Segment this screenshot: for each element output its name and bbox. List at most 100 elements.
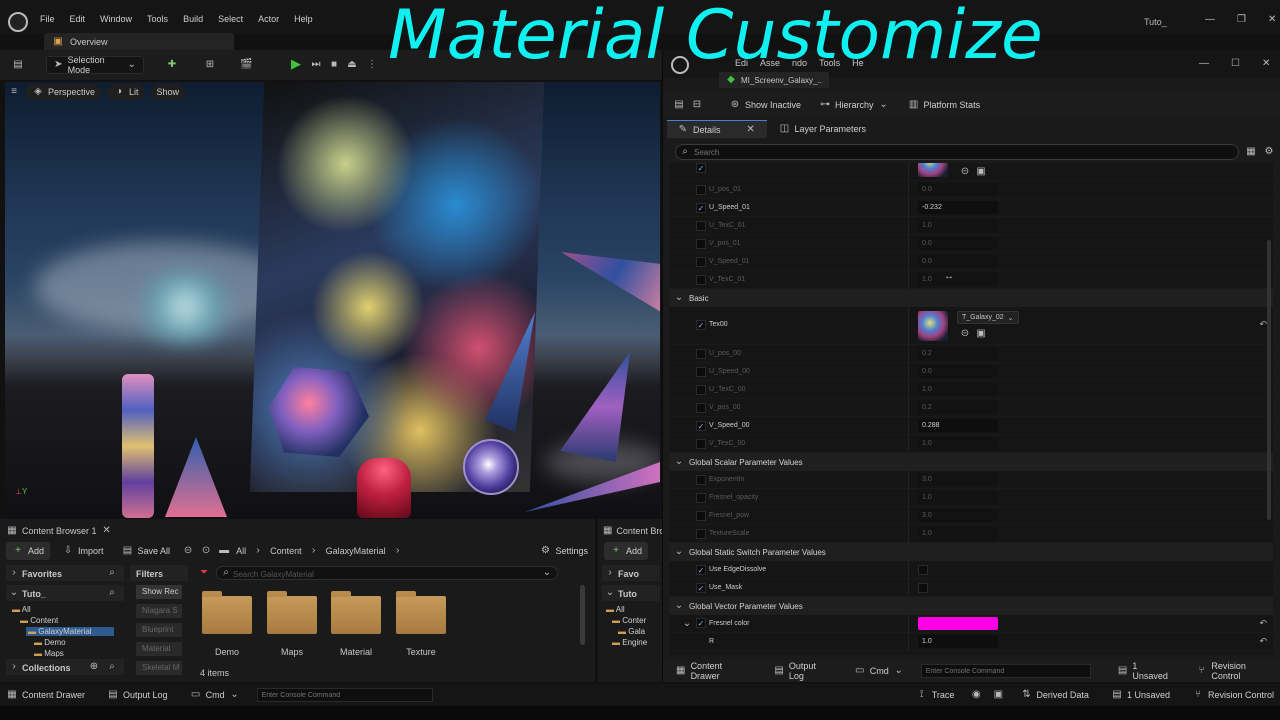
- favorites-header[interactable]: › Favo: [602, 565, 660, 581]
- screenshot-icon[interactable]: ▣: [992, 689, 1004, 701]
- tree-item-content[interactable]: ▬ Content: [20, 616, 58, 625]
- override-checkbox[interactable]: [696, 238, 706, 249]
- settings-button[interactable]: ⚙ Settings: [533, 542, 594, 560]
- tab-overview[interactable]: ▣ Overview: [44, 33, 234, 50]
- search-icon[interactable]: ⌕: [106, 661, 118, 673]
- column-divider[interactable]: [908, 217, 909, 235]
- details-search-input[interactable]: [675, 144, 1239, 160]
- column-divider[interactable]: [908, 199, 909, 217]
- use-selected-icon[interactable]: ⊝: [959, 166, 971, 178]
- override-checkbox[interactable]: [696, 256, 706, 267]
- menu-file[interactable]: File: [40, 14, 55, 24]
- reset-to-default-icon[interactable]: ↶: [1259, 319, 1267, 330]
- cinematics-icon[interactable]: 🎬: [240, 59, 252, 71]
- save-all-button[interactable]: ▤ Save All: [116, 542, 177, 560]
- value-field[interactable]: 0.2: [918, 347, 998, 360]
- menu-build[interactable]: Build: [183, 14, 203, 24]
- tree-item-galaxy[interactable]: ▬ Gala: [618, 627, 645, 636]
- folder-texture[interactable]: [396, 591, 446, 634]
- minimize-icon[interactable]: —: [1199, 58, 1209, 69]
- browse-asset-icon[interactable]: ▣: [975, 166, 987, 178]
- override-checkbox[interactable]: ✓: [696, 202, 706, 213]
- value-field[interactable]: 1.0: [918, 273, 998, 286]
- chevron-down-icon[interactable]: ⌄: [681, 618, 693, 630]
- override-checkbox[interactable]: [696, 510, 706, 521]
- filter-icon[interactable]: ⏷: [198, 567, 210, 579]
- column-divider[interactable]: [908, 363, 909, 381]
- column-divider[interactable]: [908, 561, 909, 579]
- search-icon[interactable]: ⌕: [106, 587, 118, 599]
- menu-tools[interactable]: Tools: [147, 14, 168, 24]
- eject-icon[interactable]: ⏏: [346, 59, 358, 71]
- value-field[interactable]: 1.0: [918, 635, 998, 648]
- unsaved-button[interactable]: ▤ 1 Unsaved: [1105, 686, 1176, 704]
- save-icon[interactable]: ▤: [12, 59, 24, 71]
- minimize-icon[interactable]: —: [1205, 14, 1215, 25]
- column-divider[interactable]: [908, 399, 909, 417]
- close-icon[interactable]: ✕: [745, 124, 757, 136]
- tree-item-demo[interactable]: ▬ Demo: [34, 638, 66, 647]
- override-checkbox[interactable]: [696, 438, 706, 449]
- override-checkbox[interactable]: [696, 366, 706, 377]
- unsaved-button[interactable]: ▤ 1 Unsaved: [1111, 661, 1180, 681]
- override-checkbox[interactable]: ✓: [696, 618, 706, 628]
- value-field[interactable]: 0.2: [918, 401, 998, 414]
- override-checkbox[interactable]: [696, 220, 706, 231]
- content-browser-tab[interactable]: ▦ Content Browser 1 ✕: [6, 523, 113, 539]
- column-divider[interactable]: [908, 417, 909, 435]
- column-divider[interactable]: [908, 181, 909, 199]
- value-field[interactable]: 1.0: [918, 527, 998, 540]
- derived-data-button[interactable]: ⇅ Derived Data: [1014, 686, 1095, 704]
- tab-details[interactable]: ✎ Details ✕: [667, 120, 767, 138]
- step-icon[interactable]: ⏭: [310, 59, 322, 71]
- tab-layer-parameters[interactable]: ◫ Layer Parameters: [769, 120, 877, 138]
- value-field[interactable]: -0.232: [918, 201, 998, 214]
- tree-item-all[interactable]: ▬ All: [12, 605, 31, 614]
- show-inactive-button[interactable]: ⊛ Show Inactive: [723, 96, 807, 114]
- add-collection-icon[interactable]: ⊕: [88, 661, 100, 673]
- switch-value-checkbox[interactable]: [918, 564, 928, 575]
- content-drawer-button[interactable]: ▦ Content Drawer: [0, 686, 91, 704]
- revision-control-button[interactable]: ⑂ Revision Control: [1186, 686, 1280, 704]
- close-icon[interactable]: ✕: [1268, 14, 1276, 25]
- value-field[interactable]: 0.288: [918, 419, 998, 432]
- column-divider[interactable]: [908, 471, 909, 489]
- arrow-right-icon[interactable]: ⊙: [200, 545, 212, 557]
- add-button[interactable]: + Add: [6, 542, 51, 560]
- project-tree-header[interactable]: ⌄ Tuto: [602, 585, 660, 601]
- override-checkbox[interactable]: [696, 474, 706, 485]
- close-icon[interactable]: ✕: [1262, 58, 1270, 69]
- cmd-dropdown[interactable]: ▭ Cmd ⌄: [848, 662, 911, 680]
- texture-thumbnail[interactable]: [918, 163, 948, 177]
- texture-asset-picker[interactable]: T_Galaxy_02 ⌄: [957, 311, 1019, 324]
- reset-to-default-icon[interactable]: ↶: [1259, 618, 1267, 629]
- lit-button[interactable]: ◑ Lit: [107, 84, 145, 100]
- override-checkbox[interactable]: [696, 528, 706, 539]
- override-checkbox[interactable]: ✓: [696, 420, 706, 431]
- reset-to-default-icon[interactable]: ↶: [1259, 636, 1267, 647]
- column-divider[interactable]: [908, 253, 909, 271]
- tree-item-engine[interactable]: ▬ Engine: [612, 638, 647, 647]
- chevron-down-icon[interactable]: ⌄: [541, 567, 553, 579]
- console-command-input[interactable]: [256, 688, 433, 702]
- column-divider[interactable]: [908, 633, 909, 651]
- column-divider[interactable]: [908, 579, 909, 597]
- stop-icon[interactable]: ■: [328, 59, 340, 71]
- column-divider[interactable]: [908, 489, 909, 507]
- value-field[interactable]: 0.0: [918, 183, 998, 196]
- override-checkbox[interactable]: [696, 402, 706, 413]
- play-icon[interactable]: ▶: [290, 57, 302, 70]
- override-checkbox[interactable]: [696, 184, 706, 195]
- menu-window[interactable]: Window: [100, 14, 132, 24]
- value-field[interactable]: 3.0: [918, 509, 998, 522]
- content-drawer-button[interactable]: ▦ Content Drawer: [669, 661, 757, 681]
- value-field[interactable]: 0.0: [918, 237, 998, 250]
- trace-button[interactable]: ⟟ Trace: [910, 686, 961, 704]
- breadcrumb-all[interactable]: All: [236, 546, 246, 556]
- tree-item-all[interactable]: ▬ All: [606, 605, 625, 614]
- tree-item-maps[interactable]: ▬ Maps: [34, 649, 64, 657]
- folder-material[interactable]: [331, 591, 381, 634]
- section-global-static-switch[interactable]: ⌄ Global Static Switch Parameter Values: [669, 543, 1273, 561]
- tree-item-content[interactable]: ▬ Conter: [612, 616, 646, 625]
- column-divider[interactable]: [908, 381, 909, 399]
